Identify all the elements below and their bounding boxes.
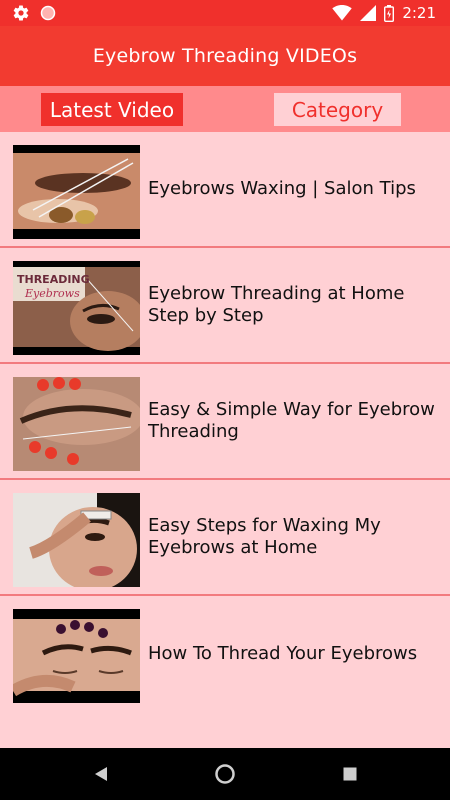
video-title[interactable]: Eyebrows Waxing | Salon Tips xyxy=(148,132,438,246)
settings-icon xyxy=(12,4,30,22)
back-icon[interactable] xyxy=(89,762,113,786)
video-thumbnail xyxy=(13,377,140,471)
video-thumbnail xyxy=(13,609,140,703)
video-list: Eyebrows Waxing | Salon Tips THREADING E… xyxy=(0,132,450,712)
battery-icon xyxy=(384,4,395,22)
video-thumbnail xyxy=(13,493,140,587)
video-title[interactable]: Easy & Simple Way for Eyebrow Threading xyxy=(148,364,438,478)
home-icon[interactable] xyxy=(213,762,237,786)
wifi-icon xyxy=(332,5,353,21)
video-item-waxing-salon-tips[interactable]: Eyebrows Waxing | Salon Tips xyxy=(0,132,450,248)
navigation-bar xyxy=(0,748,450,800)
signal-icon xyxy=(360,5,377,21)
thumb-caption-line1: THREADING xyxy=(17,273,90,286)
app-title: Eyebrow Threading VIDEOs xyxy=(92,45,358,67)
status-bar: 2:21 xyxy=(0,0,450,26)
video-title[interactable]: How To Thread Your Eyebrows xyxy=(148,596,438,712)
recents-icon[interactable] xyxy=(338,762,362,786)
tab-bar: Latest Video Category xyxy=(0,86,450,132)
video-item-threading-at-home[interactable]: THREADING Eyebrows Eyebrow Threading at … xyxy=(0,248,450,364)
video-title[interactable]: Eyebrow Threading at Home Step by Step xyxy=(148,248,438,362)
tab-category[interactable]: Category xyxy=(274,93,401,126)
video-thumbnail: THREADING Eyebrows xyxy=(13,261,140,355)
video-title[interactable]: Easy Steps for Waxing My Eyebrows at Hom… xyxy=(148,480,438,594)
status-time: 2:21 xyxy=(402,4,436,22)
video-item-how-to-thread[interactable]: How To Thread Your Eyebrows xyxy=(0,596,450,712)
video-item-waxing-at-home[interactable]: Easy Steps for Waxing My Eyebrows at Hom… xyxy=(0,480,450,596)
app-bar: Eyebrow Threading VIDEOs xyxy=(0,26,450,86)
thumb-caption-line2: Eyebrows xyxy=(24,287,80,300)
video-thumbnail xyxy=(13,145,140,239)
video-item-easy-simple-threading[interactable]: Easy & Simple Way for Eyebrow Threading xyxy=(0,364,450,480)
circle-dot-icon xyxy=(40,5,56,21)
tab-latest-video[interactable]: Latest Video xyxy=(41,93,183,126)
